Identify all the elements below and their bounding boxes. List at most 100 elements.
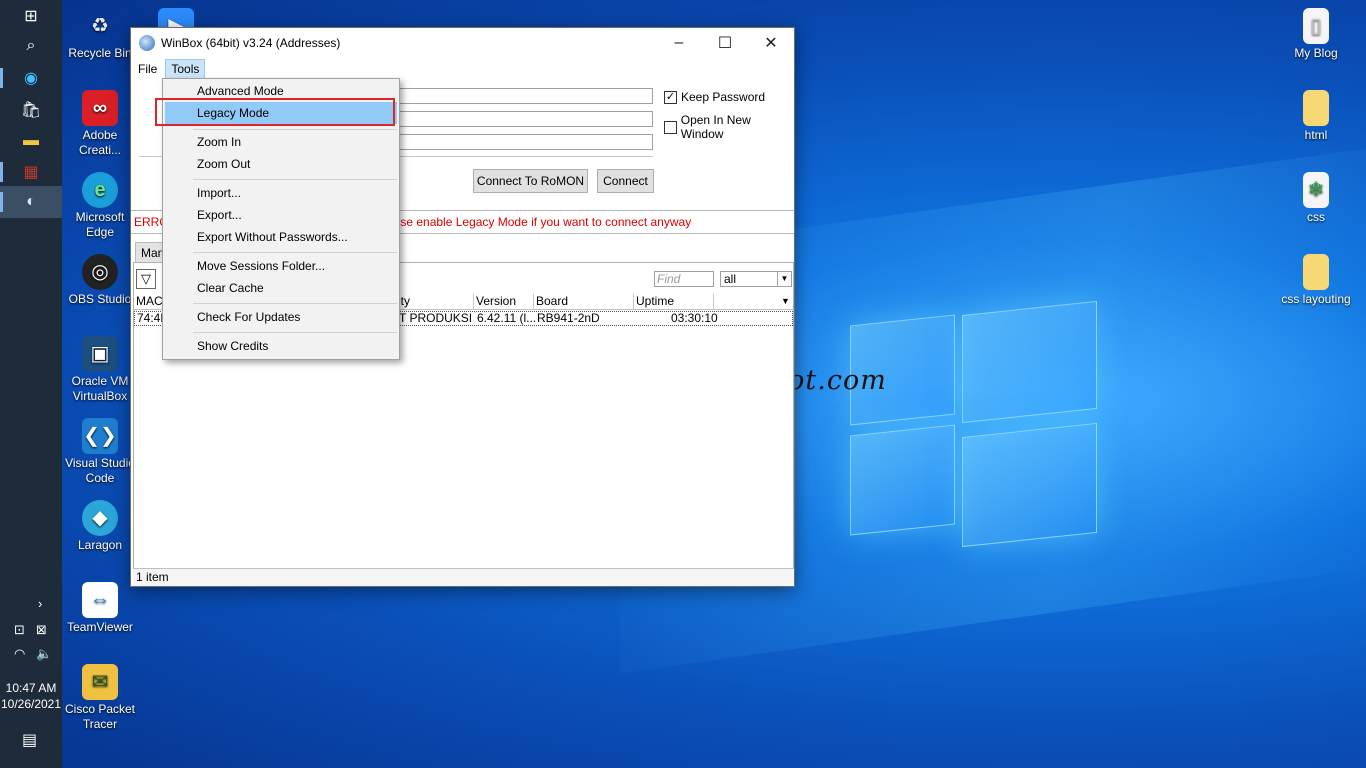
adobe-creative-cloud-icon: ∞: [82, 90, 118, 126]
search-icon[interactable]: ⌕: [0, 30, 62, 62]
open-new-window-checkbox[interactable]: Open In New Window: [664, 113, 794, 141]
column-uptime[interactable]: Uptime: [634, 294, 714, 310]
chevron-up-icon[interactable]: ›: [38, 596, 42, 611]
column-identity[interactable]: ity: [396, 294, 474, 310]
wifi-icon[interactable]: ◠: [14, 646, 25, 662]
desktop-icon-virtualbox[interactable]: ▣ Oracle VM VirtualBox: [62, 336, 138, 404]
minimize-button[interactable]: –: [656, 28, 702, 58]
column-board[interactable]: Board: [534, 294, 634, 310]
checkbox-box: [664, 120, 677, 134]
file-icon: ▯: [1303, 8, 1329, 44]
network-off-icon[interactable]: ⊠: [36, 622, 47, 638]
folder-icon: [1303, 90, 1329, 126]
clock[interactable]: 10:47 AM 10/26/2021: [0, 680, 62, 712]
cell-board: RB941-2nD: [537, 312, 600, 325]
volume-icon[interactable]: 🔈: [36, 646, 52, 662]
filter-select[interactable]: all ▼: [720, 271, 792, 287]
cell-identity: T PRODUKSI: [399, 312, 473, 325]
open-new-window-label: Open In New Window: [680, 113, 751, 141]
desktop-icon-label: Cisco Packet Tracer: [64, 702, 136, 731]
menu-item-export[interactable]: Export...: [165, 204, 397, 226]
status-bar: 1 item: [133, 568, 794, 586]
desktop-icon-recycle-bin[interactable]: ♻ Recycle Bin: [62, 8, 138, 61]
edge-taskbar-icon[interactable]: ◉: [0, 62, 62, 94]
cell-version: 6.42.11 (l...: [477, 312, 535, 325]
connect-button[interactable]: Connect: [597, 169, 654, 193]
desktop-icon-vscode[interactable]: ❮❯ Visual Studio Code: [62, 418, 138, 486]
desktop-icon-html[interactable]: html: [1278, 90, 1354, 143]
taskbar: ⊞ ⌕ ◉ 🛍 ▬ ▦ ◐ › ⊡ ⊠ ◠ 🔈 10:47 AM 10/26/2…: [0, 0, 62, 768]
menu-separator: [193, 332, 397, 333]
menu-tools[interactable]: Tools: [165, 59, 206, 79]
desktop-icon-label: Recycle Bin: [68, 46, 132, 60]
login-field[interactable]: [397, 111, 653, 127]
desktop-icon-packet-tracer[interactable]: ✉ Cisco Packet Tracer: [62, 664, 138, 732]
menu-separator: [193, 129, 397, 130]
window-title: WinBox (64bit) v3.24 (Addresses): [161, 36, 341, 50]
menu-item-import[interactable]: Import...: [165, 182, 397, 204]
menu-item-show-credits[interactable]: Show Credits: [165, 335, 397, 357]
desktop-icon-adobe[interactable]: ∞ Adobe Creati...: [62, 90, 138, 158]
menu-item-clear-cache[interactable]: Clear Cache: [165, 277, 397, 299]
desktop-icon-label: html: [1304, 128, 1328, 142]
folder-icon: [1303, 254, 1329, 290]
desktop-icon-teamviewer[interactable]: ⇔ TeamViewer: [62, 582, 138, 635]
virtualbox-icon: ▣: [82, 336, 118, 372]
menu-item-move-sessions[interactable]: Move Sessions Folder...: [165, 255, 397, 277]
menu-item-export-no-passwords[interactable]: Export Without Passwords...: [165, 226, 397, 248]
keep-password-checkbox[interactable]: ✓ Keep Password: [664, 90, 765, 104]
desktop-icon-label: OBS Studio: [68, 292, 132, 306]
connect-romon-button[interactable]: Connect To RoMON: [473, 169, 588, 193]
chevron-down-icon[interactable]: ▼: [777, 272, 791, 286]
windows-logo-wallpaper: [840, 290, 1110, 570]
maximize-button[interactable]: ☐: [702, 28, 748, 58]
desktop-icon-css[interactable]: ❄ css: [1278, 172, 1354, 225]
connect-to-field[interactable]: [397, 88, 653, 104]
desktop-icon-label: Oracle VM VirtualBox: [71, 374, 129, 403]
column-menu-icon[interactable]: ▼: [779, 294, 793, 310]
menu-file[interactable]: File: [133, 60, 162, 78]
desktop-icon-label: TeamViewer: [67, 620, 133, 634]
close-button[interactable]: ✕: [748, 28, 794, 58]
store-taskbar-icon[interactable]: 🛍: [0, 94, 62, 126]
desktop-icon-label: Adobe Creati...: [78, 128, 121, 157]
laragon-icon: ◆: [82, 500, 118, 536]
menu-item-zoom-in[interactable]: Zoom In: [165, 131, 397, 153]
desktop-icon-my-blog[interactable]: ▯ My Blog: [1278, 8, 1354, 61]
cell-mac: 74:4D: [137, 312, 165, 325]
packet-tracer-icon: ✉: [82, 664, 118, 700]
winrar-taskbar-icon[interactable]: ▦: [0, 156, 62, 188]
column-mac[interactable]: MAC: [134, 294, 164, 310]
title-bar[interactable]: WinBox (64bit) v3.24 (Addresses) – ☐ ✕: [131, 28, 794, 58]
edge-icon: e: [82, 172, 118, 208]
password-field[interactable]: [397, 134, 653, 150]
column-version[interactable]: Version: [474, 294, 534, 310]
file-icon: ❄: [1303, 172, 1329, 208]
checkmark-icon: ✓: [664, 90, 677, 104]
desktop-icon-label: Visual Studio Code: [65, 456, 135, 485]
file-explorer-icon[interactable]: ▬: [0, 125, 62, 157]
desktop-icon-label: Laragon: [77, 538, 123, 552]
annotation-highlight-box: [155, 98, 395, 126]
desktop-icon-css-layouting[interactable]: css layouting: [1278, 254, 1354, 307]
menu-separator: [193, 303, 397, 304]
menu-item-check-updates[interactable]: Check For Updates: [165, 306, 397, 328]
filter-select-value: all: [724, 272, 737, 286]
cell-uptime: 03:30:10: [671, 312, 718, 325]
desktop-icon-label: Microsoft Edge: [75, 210, 125, 239]
notification-icon[interactable]: ▤: [22, 730, 37, 750]
clock-time: 10:47 AM: [5, 681, 57, 695]
desktop-icon-laragon[interactable]: ◆ Laragon: [62, 500, 138, 553]
filter-icon[interactable]: ▽: [136, 269, 156, 289]
menu-item-zoom-out[interactable]: Zoom Out: [165, 153, 397, 175]
start-button[interactable]: ⊞: [0, 0, 62, 32]
winbox-taskbar-icon[interactable]: ◐: [0, 186, 62, 218]
clock-date: 10/26/2021: [0, 697, 62, 711]
menu-separator: [193, 252, 397, 253]
obs-icon: ◎: [82, 254, 118, 290]
desktop-icon-edge[interactable]: e Microsoft Edge: [62, 172, 138, 240]
teamviewer-icon: ⇔: [82, 582, 118, 618]
find-input[interactable]: Find: [654, 271, 714, 287]
desktop-icon-obs[interactable]: ◎ OBS Studio: [62, 254, 138, 307]
meet-now-icon[interactable]: ⊡: [14, 622, 25, 638]
